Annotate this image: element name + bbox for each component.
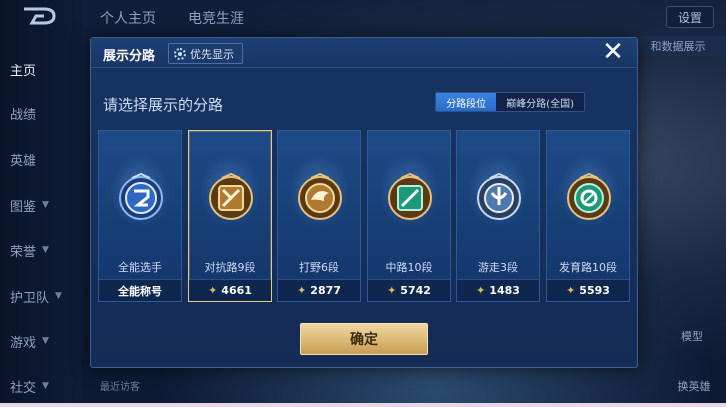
- chevron-down-icon: ▼: [42, 245, 49, 255]
- tab-peak-lane[interactable]: 巅峰分路(全国): [496, 93, 584, 111]
- dialog-title: 展示分路: [103, 49, 156, 64]
- top-right-controls: 设置: [666, 6, 714, 28]
- card-label: 全能选手: [118, 261, 162, 274]
- chevron-down-icon: ▼: [42, 200, 49, 210]
- card-footer-value: 1483: [489, 284, 520, 297]
- card-label: 发育路10段: [559, 261, 617, 274]
- lane-card-farm[interactable]: 发育路10段 ✦ 5593: [546, 130, 630, 302]
- points-icon: ✦: [476, 284, 486, 297]
- nav-item-social[interactable]: 社交 ▼: [10, 376, 74, 396]
- lane-card-roam[interactable]: 游走3段 ✦ 1483: [456, 130, 540, 302]
- recent-visitors-label[interactable]: 最近访客: [100, 378, 140, 393]
- settings-button[interactable]: 设置: [666, 6, 714, 28]
- points-icon: ✦: [297, 284, 307, 297]
- dialog-subtitle: 请选择展示的分路: [103, 96, 224, 114]
- card-label: 对抗路9段: [204, 261, 256, 274]
- priority-display-label: 优先显示: [190, 47, 234, 61]
- tab-esports[interactable]: 电竞生涯: [188, 8, 244, 30]
- change-hero-label[interactable]: 换英雄: [670, 378, 718, 394]
- model-label[interactable]: 模型: [672, 328, 712, 344]
- lane-card-clash[interactable]: 对抗路9段 ✦ 4661: [188, 130, 272, 302]
- mid-lane-badge-icon: [388, 173, 432, 220]
- all-round-badge-icon: [119, 173, 163, 220]
- card-footer: ✦ 5593: [547, 279, 629, 301]
- bottom-strip: [0, 403, 726, 407]
- chevron-down-icon: ▼: [55, 291, 62, 301]
- dialog-header: 展示分路 优先显示 ✕: [91, 38, 637, 68]
- nav-item-guard[interactable]: 护卫队 ▼: [10, 286, 74, 306]
- lane-display-dialog: 展示分路 优先显示 ✕ 请选择展示的分路 分路段位 巅峰分路(全国) 全能选手 …: [90, 37, 638, 368]
- card-footer: ✦ 4661: [189, 279, 271, 301]
- data-display-chip[interactable]: 和数据展示: [630, 36, 726, 56]
- top-tab-bar: 个人主页 电竞生涯: [100, 8, 244, 30]
- chevron-down-icon: ▼: [42, 336, 49, 346]
- card-footer-value: 5593: [579, 284, 610, 297]
- nav-item-games[interactable]: 游戏 ▼: [10, 331, 74, 351]
- clash-lane-badge-icon: [209, 173, 253, 220]
- nav-item-honor[interactable]: 荣誉 ▼: [10, 240, 74, 260]
- card-footer: ✦ 5742: [368, 279, 450, 301]
- lane-card-jungle[interactable]: 打野6段 ✦ 2877: [277, 130, 361, 302]
- tab-profile[interactable]: 个人主页: [100, 8, 156, 30]
- lane-card-mid[interactable]: 中路10段 ✦ 5742: [367, 130, 451, 302]
- nav-item-home[interactable]: 主页: [10, 59, 74, 79]
- card-footer-value: 5742: [400, 284, 431, 297]
- nav-item-gallery[interactable]: 图鉴 ▼: [10, 195, 74, 215]
- card-label: 打野6段: [299, 261, 339, 274]
- lane-card-list: 全能选手 全能称号 对抗路9段 ✦ 4661 打野6段 ✦ 2877 中路10段…: [98, 130, 630, 302]
- close-icon[interactable]: ✕: [601, 39, 625, 66]
- priority-display-button[interactable]: 优先显示: [168, 43, 243, 64]
- card-label: 中路10段: [385, 261, 433, 274]
- jungle-badge-icon: [298, 173, 342, 220]
- lane-card-all-round[interactable]: 全能选手 全能称号: [98, 130, 182, 302]
- nav-item-heroes[interactable]: 英雄: [10, 149, 74, 169]
- roam-badge-icon: [477, 173, 521, 220]
- card-footer-value: 全能称号: [118, 284, 162, 298]
- tab-lane-rank[interactable]: 分路段位: [436, 93, 497, 111]
- card-footer-value: 2877: [310, 284, 341, 297]
- confirm-button[interactable]: 确定: [300, 323, 428, 355]
- gear-icon: [174, 47, 186, 60]
- card-footer: ✦ 1483: [457, 279, 539, 301]
- nav-item-record[interactable]: 战绩: [10, 103, 74, 123]
- card-footer: 全能称号: [99, 279, 181, 301]
- chevron-down-icon: ▼: [42, 381, 49, 391]
- left-nav-rail: 主页 战绩 英雄 图鉴 ▼ 荣誉 ▼ 护卫队 ▼ 游戏 ▼ 社交 ▼: [0, 0, 82, 407]
- card-footer-value: 4661: [221, 284, 252, 297]
- card-label: 游走3段: [478, 261, 518, 274]
- game-logo-icon: [22, 6, 58, 28]
- card-footer: ✦ 2877: [278, 279, 360, 301]
- points-icon: ✦: [387, 284, 397, 297]
- points-icon: ✦: [208, 284, 218, 297]
- segment-control: 分路段位 巅峰分路(全国): [435, 92, 585, 112]
- points-icon: ✦: [566, 284, 576, 297]
- farm-lane-badge-icon: [567, 173, 611, 220]
